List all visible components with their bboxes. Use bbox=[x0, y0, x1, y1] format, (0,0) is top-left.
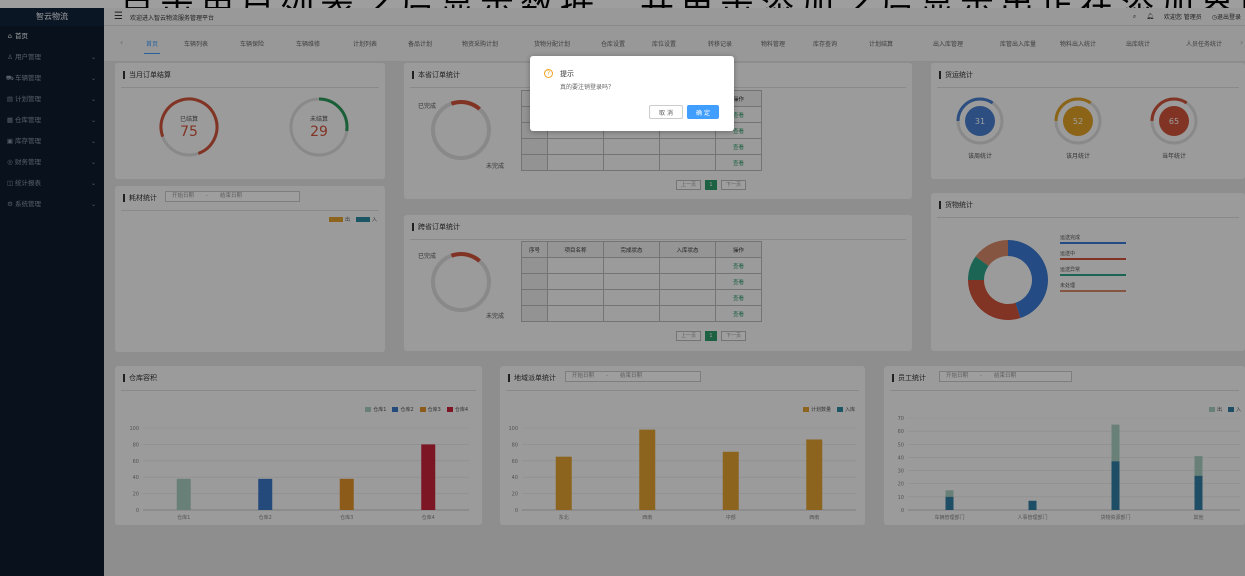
question-icon: ? bbox=[544, 69, 553, 78]
cancel-button[interactable]: 取 消 bbox=[649, 105, 683, 119]
dialog-message: 真的要注销登录吗？ bbox=[560, 84, 615, 91]
confirm-button[interactable]: 确 定 bbox=[687, 105, 719, 119]
dialog-title: 提示 bbox=[560, 70, 574, 78]
logout-confirm-dialog: ? 提示 真的要注销登录吗？ 取 消 确 定 bbox=[530, 56, 734, 131]
